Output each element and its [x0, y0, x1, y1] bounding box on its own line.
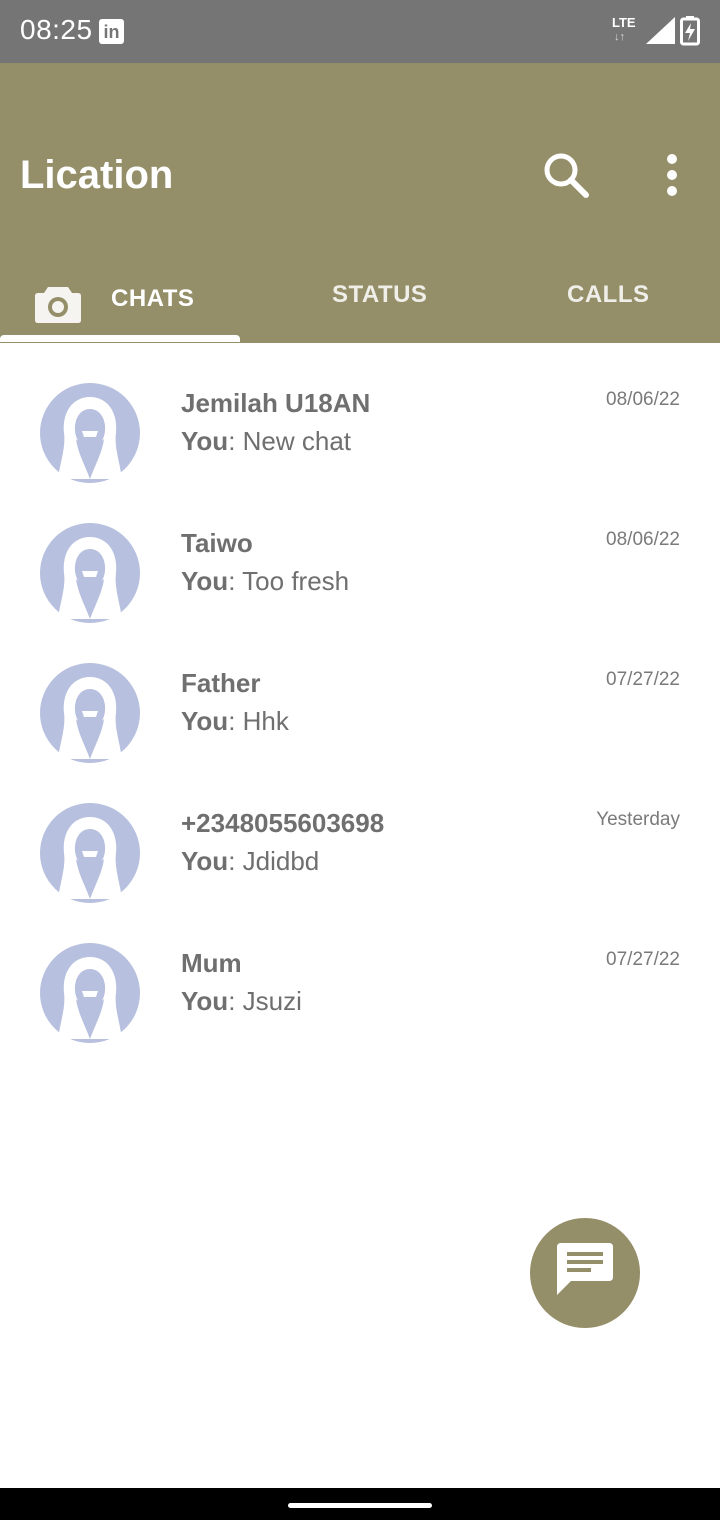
chat-item[interactable]: +2348055603698 You: Jdidbd Yesterday: [0, 763, 720, 903]
new-chat-button[interactable]: [530, 1218, 640, 1328]
chat-name: Jemilah U18AN: [181, 388, 371, 418]
status-time: 08:25: [20, 14, 93, 45]
tab-bar: CHATS STATUS CALLS: [0, 263, 720, 343]
navigation-bar: [0, 1488, 720, 1520]
chat-preview: You: Hhk: [181, 706, 289, 737]
camera-icon: [35, 287, 81, 323]
search-button[interactable]: [540, 149, 592, 201]
chat-item[interactable]: Jemilah U18AN You: New chat 08/06/22: [0, 343, 720, 483]
chat-date: 07/27/22: [606, 669, 680, 690]
screen: 08:25 in LTE ↓↑ Lication CHATS STATUS CA…: [0, 0, 720, 1520]
avatar: [40, 803, 140, 903]
tab-status[interactable]: STATUS: [332, 281, 427, 309]
battery-charging-icon: [680, 16, 700, 46]
chat-name: Mum: [181, 948, 242, 978]
chat-date: 08/06/22: [606, 529, 680, 550]
tab-chats[interactable]: CHATS: [111, 285, 194, 313]
active-tab-indicator: [0, 335, 240, 342]
status-bar: 08:25 in LTE ↓↑: [0, 0, 720, 63]
camera-tab[interactable]: [34, 283, 82, 325]
chat-item[interactable]: Taiwo You: Too fresh 08/06/22: [0, 483, 720, 623]
chat-message: Hhk: [235, 706, 289, 736]
chat-message: Jdidbd: [235, 846, 320, 876]
chat-item[interactable]: Mum You: Jsuzi 07/27/22: [0, 903, 720, 1043]
chat-sender: You: [181, 566, 229, 596]
network-type: LTE: [612, 15, 636, 30]
chat-message: Jsuzi: [235, 986, 302, 1016]
chat-message: New chat: [235, 426, 352, 456]
home-gesture-handle[interactable]: [288, 1503, 432, 1508]
chat-date: 08/06/22: [606, 389, 680, 410]
app-title: Lication: [20, 153, 174, 197]
chat-sender: You: [181, 426, 229, 456]
chat-message: Too fresh: [235, 566, 350, 596]
chat-list: Jemilah U18AN You: New chat 08/06/22 Tai…: [0, 343, 720, 1043]
chat-name: Taiwo: [181, 528, 253, 558]
avatar: [40, 943, 140, 1043]
chat-item[interactable]: Father You: Hhk 07/27/22: [0, 623, 720, 763]
chat-sender: You: [181, 706, 229, 736]
chat-sender: You: [181, 986, 229, 1016]
chat-preview: You: New chat: [181, 426, 351, 457]
signal-icon: [646, 17, 675, 44]
avatar: [40, 523, 140, 623]
chat-preview: You: Too fresh: [181, 566, 349, 597]
avatar: [40, 383, 140, 483]
chat-sender: You: [181, 846, 229, 876]
more-vert-icon: [667, 154, 677, 196]
chat-name: +2348055603698: [181, 808, 385, 838]
avatar: [40, 663, 140, 763]
search-icon: [544, 153, 589, 198]
chat-preview: You: Jsuzi: [181, 986, 302, 1017]
chat-name: Father: [181, 668, 261, 698]
chat-date: Yesterday: [596, 809, 680, 830]
tab-calls[interactable]: CALLS: [567, 281, 650, 309]
more-options-button[interactable]: [660, 151, 684, 199]
chat-preview: You: Jdidbd: [181, 846, 319, 877]
linkedin-notification-icon: in: [99, 19, 124, 44]
data-activity-icon: ↓↑: [614, 31, 625, 43]
message-icon: [557, 1243, 613, 1295]
chat-date: 07/27/22: [606, 949, 680, 970]
app-bar: Lication CHATS STATUS CALLS: [0, 63, 720, 343]
